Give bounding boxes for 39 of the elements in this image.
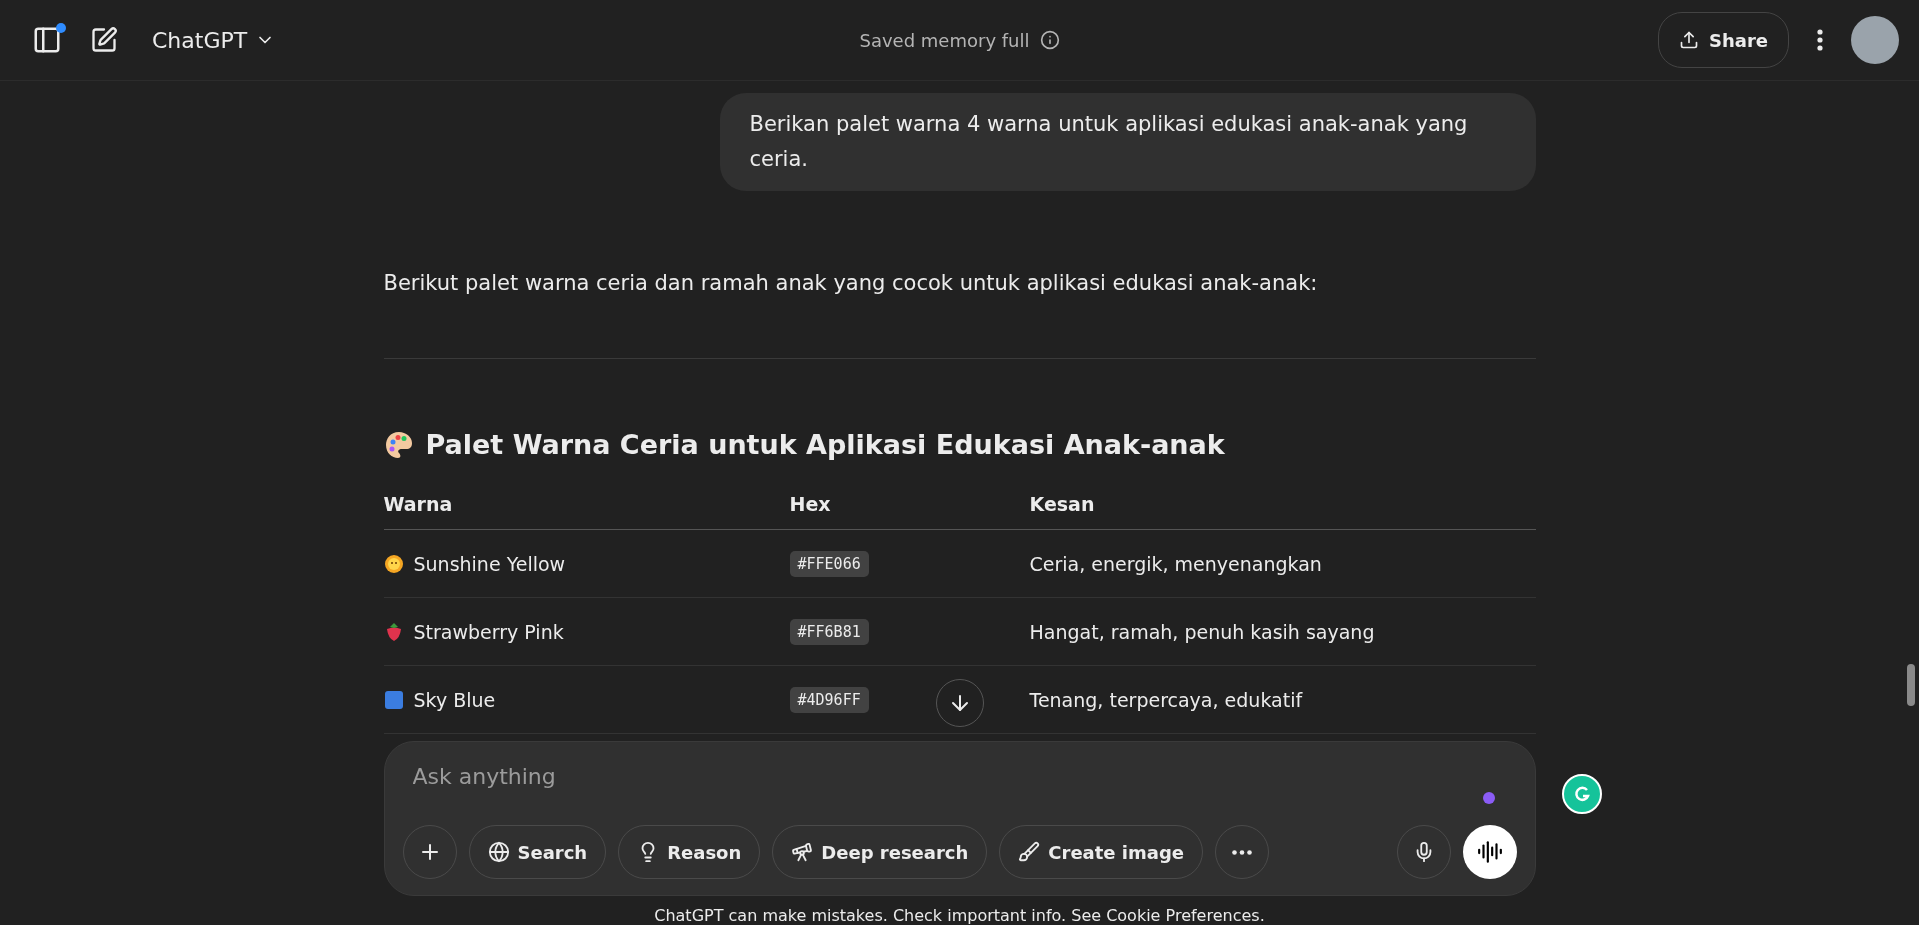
color-name: Sky Blue — [413, 688, 496, 711]
color-name: Strawberry Pink — [413, 620, 564, 643]
hex-code: #FFE066 — [789, 550, 869, 577]
message-input[interactable]: Ask anything — [402, 764, 1517, 789]
impression-text: Tenang, terpercaya, edukatif — [1029, 688, 1303, 711]
more-horizontal-icon — [1232, 849, 1252, 855]
disclaimer-text: ChatGPT can make mistakes. Check important info. See Cookie Preferences. — [654, 906, 1265, 925]
hex-code: #4D96FF — [789, 686, 869, 713]
globe-icon — [487, 841, 510, 863]
info-icon[interactable] — [1039, 30, 1060, 50]
palette-icon — [383, 429, 414, 460]
brush-icon — [1018, 841, 1041, 863]
more-vertical-icon — [1817, 29, 1823, 51]
user-avatar[interactable] — [1851, 16, 1899, 64]
column-header: Hex — [789, 493, 1030, 530]
telescope-icon — [791, 841, 814, 863]
hex-code: #FF6B81 — [789, 618, 869, 645]
square-icon — [383, 689, 404, 710]
section-heading: Palet Warna Ceria untuk Aplikasi Edukasi Anak-anak — [425, 429, 1225, 460]
grammarly-icon[interactable] — [1562, 774, 1602, 814]
status-dot — [1482, 792, 1495, 804]
scroll-down-button[interactable] — [936, 679, 984, 727]
share-button[interactable]: Share — [1658, 12, 1789, 68]
user-message: Berikan palet warna 4 warna untuk aplikasi edukasi anak-anak yang ceria. — [719, 93, 1536, 191]
memory-status: Saved memory full — [859, 29, 1030, 51]
model-selector[interactable]: ChatGPT — [142, 27, 276, 53]
voice-mode-button[interactable] — [1462, 825, 1517, 879]
column-header: Kesan — [1029, 493, 1536, 530]
edit-icon — [90, 26, 118, 54]
impression-text: Ceria, energik, menyenangkan — [1029, 552, 1322, 575]
sound-wave-icon — [1476, 839, 1503, 865]
column-header: Warna — [383, 493, 790, 530]
scrollbar-thumb[interactable] — [1907, 664, 1915, 706]
impression-text: Hangat, ramah, penuh kasih sayang — [1029, 620, 1375, 643]
color-name: Sunshine Yellow — [413, 552, 566, 575]
response-text: Berikut palet warna ceria dan ramah anak yang cocok untuk aplikasi edukasi anak-anak: — [383, 270, 1319, 297]
share-icon — [1679, 30, 1699, 50]
sidebar-icon — [32, 25, 62, 55]
sun-face-icon — [383, 553, 404, 574]
